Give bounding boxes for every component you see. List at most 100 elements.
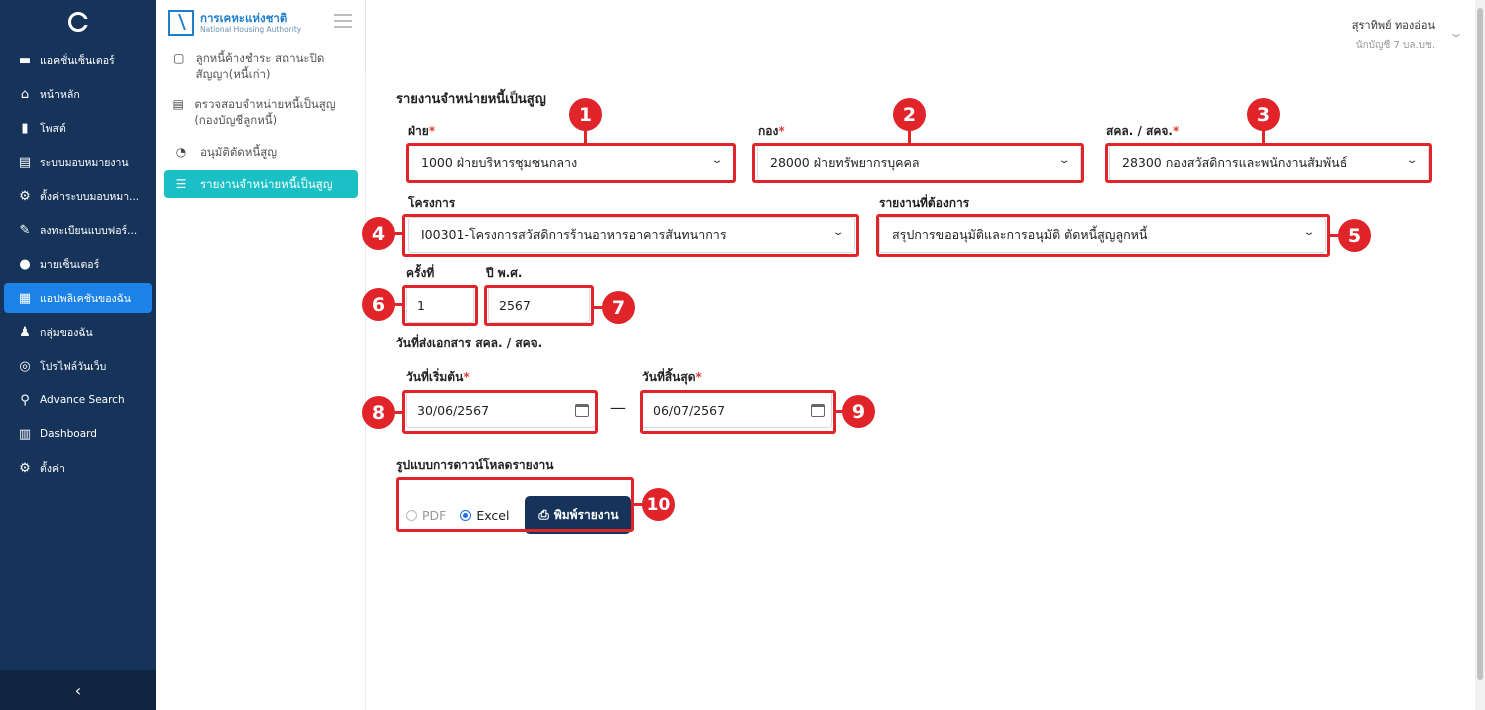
post-icon: ▮	[21, 120, 29, 136]
annotation-badge-10: 10	[642, 488, 675, 521]
app-root: ▬ แอคชั่นเซ็นเตอร์ ⌂ หน้าหลัก ▮ โพสต์ ▤ ระบบมอบ…	[0, 0, 1485, 710]
nha-logo-icon	[168, 10, 194, 36]
inbox-icon: ▬	[18, 52, 32, 68]
report-type-label: รายงานที่ต้องการ	[879, 196, 970, 210]
date-section-title: วันที่ส่งเอกสาร สคล. / สคจ.	[396, 336, 543, 350]
annotation-badge-3: 3	[1247, 98, 1280, 131]
annotation-box-9	[640, 390, 836, 434]
sidebar-item-3[interactable]: ▤ ระบบมอบหมายงาน	[4, 147, 152, 177]
project-label: โครงการ	[408, 196, 456, 210]
menu-item-label: รายงานจำหน่ายหนี้เป็นสูญ	[200, 177, 333, 191]
menu-item-label: ลูกหนี้ค้างชำระ สถานะปิดสัญญา(หนี้เก่า)	[195, 51, 325, 81]
annotation-box-10	[396, 477, 634, 532]
sidebar-item-5[interactable]: ✎ ลงทะเบียนแบบฟอร์...	[4, 215, 152, 245]
user-role: นักบัญชี 7 บล.บช.	[1355, 40, 1435, 51]
profile-icon: ◎	[19, 358, 31, 374]
menu-item-3[interactable]: ☰ รายงานจำหน่ายหนี้เป็นสูญ	[164, 170, 358, 198]
year-label: ปี พ.ศ.	[486, 266, 523, 280]
dashboard-chart-icon: ▥	[18, 426, 32, 442]
sidebar-item-label: หน้าหลัก	[40, 88, 80, 101]
menu-item-label: อนุมัติตัดหนี้สูญ	[200, 145, 278, 159]
department-label: กอง*	[758, 124, 785, 138]
sidebar-item-label: โปรไฟล์วันเว็บ	[40, 360, 107, 373]
sidebar-item-label: มายเซ็นเตอร์	[40, 258, 100, 271]
group-icon: ♟	[19, 324, 31, 340]
menu-item-0[interactable]: ▢ ลูกหนี้ค้างชำระ สถานะปิดสัญญา(หนี้เก่า)	[164, 44, 358, 88]
annotation-box-6	[402, 285, 478, 326]
home-icon: ⌂	[20, 86, 30, 102]
sidebar-item-label: Advance Search	[40, 394, 125, 406]
sidebar-item-7[interactable]: ▦ แอปพลิเคชันของฉัน	[4, 283, 152, 313]
settings-gear-icon: ⚙	[19, 188, 31, 204]
sidebar-item-label: Dashboard	[40, 428, 97, 440]
settings-icon: ⚙	[19, 460, 31, 476]
annotation-box-7	[484, 285, 594, 326]
menu-item-icon: ▢	[173, 51, 185, 65]
page-title: รายงานจำหน่ายหนี้เป็นสูญ	[396, 92, 546, 107]
main-sidebar: ▬ แอคชั่นเซ็นเตอร์ ⌂ หน้าหลัก ▮ โพสต์ ▤ ระบบมอบ…	[0, 0, 156, 710]
user-name[interactable]: สุราทิพย์ ทองอ่อน	[1352, 16, 1435, 34]
division-label: ฝ่าย*	[408, 124, 436, 138]
top-header: สุราทิพย์ ทองอ่อน นักบัญชี 7 บล.บช. ⌄	[366, 0, 1475, 66]
start-date-label: วันที่เริ่มต้น*	[406, 370, 470, 384]
menu-item-icon: ▤	[172, 97, 184, 111]
scrollbar-thumb[interactable]	[1477, 8, 1483, 680]
annotation-box-1	[406, 143, 736, 183]
sidebar-item-6[interactable]: ● มายเซ็นเตอร์	[4, 249, 152, 279]
hamburger-menu-icon[interactable]	[334, 14, 352, 28]
sidebar-item-label: ระบบมอบหมายงาน	[40, 156, 129, 169]
sidebar-item-label: แอปพลิเคชันของฉัน	[40, 292, 131, 305]
annotation-box-3	[1105, 143, 1432, 183]
sidebar-item-10[interactable]: ⚲ Advance Search	[4, 385, 152, 415]
sidebar-item-label: แอคชั่นเซ็นเตอร์	[40, 54, 115, 67]
sidebar-item-label: กลุ่มของฉัน	[40, 326, 93, 339]
user-icon: ●	[19, 256, 31, 272]
sidebar-item-0[interactable]: ▬ แอคชั่นเซ็นเตอร์	[4, 45, 152, 75]
sidebar-item-12[interactable]: ⚙ ตั้งค่า	[4, 453, 152, 483]
apps-grid-icon: ▦	[18, 290, 32, 306]
menu-item-label: ตรวจสอบจำหน่ายหนี้เป็นสูญ (กองบัญชีลูกหน…	[194, 97, 336, 127]
logo-icon	[68, 12, 89, 32]
annotation-badge-6: 6	[362, 288, 395, 321]
collapse-sidebar-button[interactable]: ‹	[0, 670, 156, 710]
brand-logo[interactable]: การเคหะแห่งชาติ National Housing Authori…	[168, 10, 301, 36]
sidebar-item-4[interactable]: ⚙ ตั้งค่าระบบมอบหมา...	[4, 181, 152, 211]
sidebar-item-2[interactable]: ▮ โพสต์	[4, 113, 152, 143]
chevron-down-icon[interactable]: ⌄	[1448, 26, 1464, 40]
office-label: สคล. / สคจ.*	[1106, 124, 1180, 138]
annotation-box-4	[402, 214, 859, 257]
end-date-label: วันที่สิ้นสุด*	[642, 370, 702, 384]
menu-item-2[interactable]: ◔ อนุมัติตัดหนี้สูญ	[164, 138, 358, 166]
sidebar-item-9[interactable]: ◎ โปรไฟล์วันเว็บ	[4, 351, 152, 381]
brand-name-en: National Housing Authority	[200, 24, 302, 34]
annotation-badge-9: 9	[842, 395, 875, 428]
search-icon: ⚲	[20, 392, 30, 408]
annotation-box-2	[752, 143, 1084, 183]
sidebar-item-label: ตั้งค่า	[40, 462, 65, 475]
sidebar-item-label: ตั้งค่าระบบมอบหมา...	[40, 190, 140, 203]
menu-item-icon: ☰	[175, 177, 187, 191]
module-menu: การเคหะแห่งชาติ National Housing Authori…	[156, 0, 366, 710]
edit-form-icon: ✎	[19, 222, 31, 238]
brand-name-th: การเคหะแห่งชาติ	[200, 10, 288, 25]
annotation-badge-8: 8	[362, 396, 395, 429]
sidebar-item-label: ลงทะเบียนแบบฟอร์...	[40, 224, 138, 237]
annotation-badge-2: 2	[893, 98, 926, 131]
report-form: รายงานจำหน่ายหนี้เป็นสูญ ฝ่าย* กอง* สคล.…	[362, 66, 1475, 710]
download-format-label: รูปแบบการดาวน์โหลดรายงาน	[396, 458, 554, 472]
annotation-badge-1: 1	[569, 98, 602, 131]
annotation-box-8	[402, 390, 598, 434]
annotation-badge-7: 7	[602, 291, 635, 324]
sidebar-item-8[interactable]: ♟ กลุ่มของฉัน	[4, 317, 152, 347]
annotation-badge-5: 5	[1338, 219, 1371, 252]
sidebar-item-11[interactable]: ▥ Dashboard	[4, 419, 152, 449]
round-label: ครั้งที่	[406, 266, 435, 280]
sidebar-item-1[interactable]: ⌂ หน้าหลัก	[4, 79, 152, 109]
annotation-box-5	[876, 214, 1330, 257]
app-logo[interactable]	[0, 0, 156, 44]
menu-item-icon: ◔	[175, 145, 187, 159]
document-icon: ▤	[18, 154, 32, 170]
menu-item-1[interactable]: ▤ ตรวจสอบจำหน่ายหนี้เป็นสูญ (กองบัญชีลูกห…	[164, 90, 358, 134]
date-range-separator: —	[610, 398, 626, 417]
page-scrollbar[interactable]	[1475, 0, 1485, 710]
